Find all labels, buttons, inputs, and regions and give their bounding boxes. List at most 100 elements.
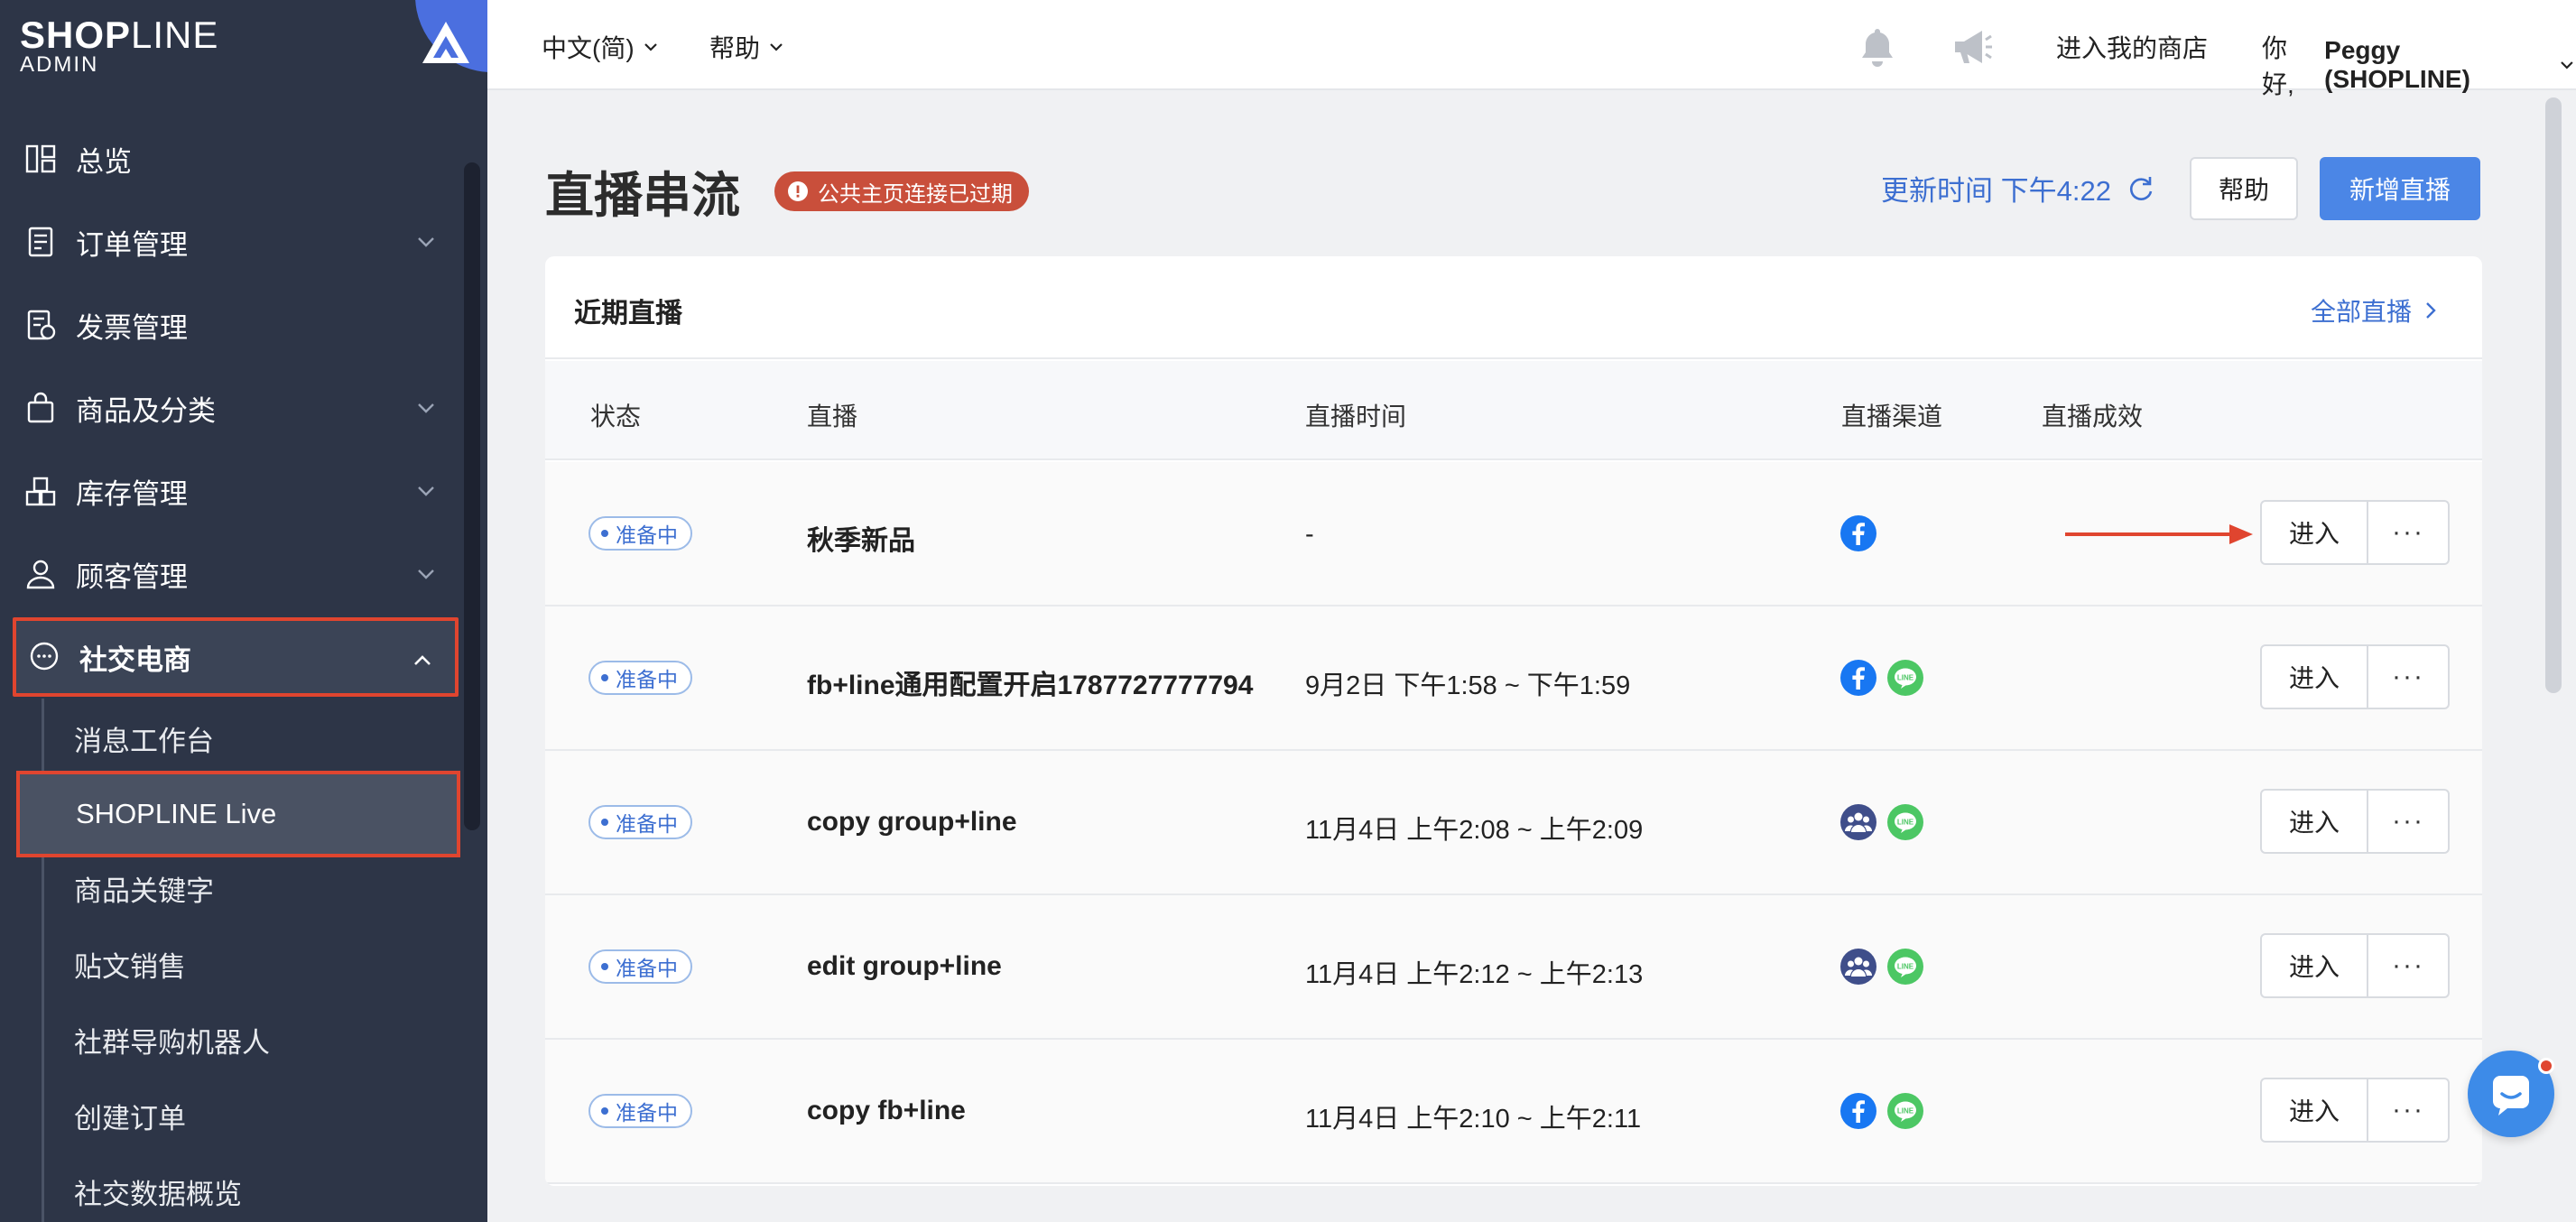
status-badge: 准备中: [588, 1094, 692, 1128]
sidebar-subitem-message-center[interactable]: 消息工作台: [74, 702, 453, 774]
enter-button[interactable]: 进入: [2262, 935, 2368, 996]
pointer-arrow-annotation: [2065, 524, 2253, 544]
more-button[interactable]: ···: [2368, 502, 2448, 563]
sidebar-item-label: 顾客管理: [76, 560, 188, 593]
refresh-icon[interactable]: [2126, 173, 2156, 204]
top-bar: 中文(简) 帮助 进入我的商店 你好, Peggy (SHOPLINE): [487, 0, 2576, 98]
facebook-icon: [1840, 660, 1876, 696]
line-icon: LINE: [1887, 804, 1923, 840]
sidebar-subitem-shopline-live[interactable]: SHOPLINE Live: [16, 771, 460, 857]
brand-mark-icon: [422, 22, 469, 63]
sidebar-item-label: 订单管理: [76, 228, 188, 261]
card-title: 近期直播: [574, 299, 682, 329]
bell-icon[interactable]: [1852, 22, 1903, 72]
live-name[interactable]: copy group+line: [807, 807, 1017, 838]
connection-expired-badge[interactable]: 公共主页连接已过期: [774, 171, 1029, 211]
new-live-button[interactable]: 新增直播: [2320, 157, 2480, 220]
help-dropdown[interactable]: 帮助: [709, 29, 785, 65]
column-live: 直播: [807, 403, 858, 430]
help-button[interactable]: 帮助: [2190, 157, 2298, 220]
sidebar-item-customers[interactable]: 顾客管理: [13, 534, 459, 614]
chevron-down-icon: [2561, 61, 2573, 69]
inventory-icon: [25, 477, 56, 506]
chevron-up-icon: [414, 655, 431, 665]
all-live-link[interactable]: 全部直播: [2311, 292, 2441, 329]
live-time: -: [1305, 520, 1314, 549]
status-text: 准备中: [616, 812, 678, 836]
table-header: 状态 直播 直播时间 直播渠道 直播成效: [545, 361, 2482, 460]
facebook-icon: [1840, 515, 1876, 551]
live-time: 9月2日 下午1:58 ~ 下午1:59: [1305, 671, 1631, 700]
sidebar-subitem-label: 社交数据概览: [74, 1178, 242, 1210]
status-badge: 准备中: [588, 516, 692, 551]
sidebar-subitem-create-order[interactable]: 创建订单: [74, 1079, 453, 1152]
enter-store-link[interactable]: 进入我的商店: [2056, 29, 2208, 65]
sidebar-item-overview[interactable]: 总览: [13, 119, 459, 199]
more-button[interactable]: ···: [2368, 791, 2448, 852]
sidebar-subitem-social-analytics[interactable]: 社交数据概览: [74, 1155, 453, 1222]
channel-list: LINE: [1839, 803, 1933, 841]
sidebar-subitem-label: 商品关键字: [74, 875, 214, 907]
table-row: 准备中 copy fb+line 11月4日 上午2:10 ~ 上午2:11 L…: [545, 1040, 2482, 1184]
svg-text:LINE: LINE: [1897, 1107, 1914, 1116]
row-actions: 进入 ···: [2260, 1078, 2450, 1143]
sidebar-item-social-commerce[interactable]: 社交电商: [13, 617, 459, 697]
sidebar-subitem-label: 贴文销售: [74, 950, 186, 983]
greeting-text: 你好,: [2262, 34, 2294, 98]
chevron-down-icon: [418, 403, 434, 413]
product-bag-icon: [27, 392, 54, 423]
enter-button[interactable]: 进入: [2262, 502, 2368, 563]
live-name[interactable]: copy fb+line: [807, 1096, 966, 1126]
status-badge: 准备中: [588, 805, 692, 839]
user-menu[interactable]: 你好, Peggy (SHOPLINE): [2262, 29, 2576, 101]
language-dropdown[interactable]: 中文(简): [542, 29, 660, 65]
row-actions: 进入 ···: [2260, 789, 2450, 854]
table-row: 准备中 edit group+line 11月4日 上午2:12 ~ 上午2:1…: [545, 895, 2482, 1040]
channel-list: LINE: [1839, 659, 1933, 697]
sidebar-scrollbar[interactable]: [464, 162, 480, 830]
sidebar-item-inventory[interactable]: 库存管理: [13, 451, 459, 531]
more-button[interactable]: ···: [2368, 935, 2448, 996]
customer-icon: [26, 560, 55, 589]
live-name[interactable]: 秋季新品: [807, 518, 915, 558]
sidebar-subitem-label: SHOPLINE Live: [76, 798, 277, 829]
chat-icon: [2493, 1076, 2529, 1116]
row-actions: 进入 ···: [2260, 933, 2450, 998]
live-name[interactable]: edit group+line: [807, 951, 1002, 982]
row-actions: 进入 ···: [2260, 644, 2450, 709]
language-label: 中文(简): [542, 34, 635, 62]
svg-text:LINE: LINE: [1897, 963, 1914, 971]
status-badge: 准备中: [588, 661, 692, 695]
sidebar-item-products[interactable]: 商品及分类: [13, 368, 459, 448]
order-icon: [28, 227, 53, 257]
more-button[interactable]: ···: [2368, 1079, 2448, 1141]
enter-button[interactable]: 进入: [2262, 646, 2368, 708]
invoice-icon: [27, 310, 56, 340]
main-scrollbar[interactable]: [2545, 97, 2562, 693]
update-time: 更新时间 下午4:22: [1881, 168, 2156, 208]
status-text: 准备中: [616, 668, 678, 691]
chat-bubble-icon: [30, 642, 59, 671]
column-performance: 直播成效: [2042, 403, 2144, 430]
sidebar-item-invoices[interactable]: 发票管理: [13, 285, 459, 365]
sidebar-item-orders[interactable]: 订单管理: [13, 202, 459, 282]
sidebar-subitem-post-sales[interactable]: 贴文销售: [74, 928, 453, 1000]
sidebar-subitem-label: 社群导购机器人: [74, 1026, 270, 1059]
table-row: 准备中 fb+line通用配置开启1787727777794 9月2日 下午1:…: [545, 606, 2482, 751]
enter-button[interactable]: 进入: [2262, 791, 2368, 852]
sidebar-subitem-product-keywords[interactable]: 商品关键字: [74, 852, 453, 924]
live-name[interactable]: fb+line通用配置开启1787727777794: [807, 662, 1253, 702]
user-name: Peggy (SHOPLINE): [2324, 36, 2470, 93]
sidebar-item-label: 社交电商: [79, 643, 191, 676]
recent-live-card: 近期直播 全部直播 状态 直播 直播时间 直播渠道 直播成效 准备中 秋季新品 …: [545, 256, 2482, 1186]
shopline-logo[interactable]: SHOPLINE ADMIN: [20, 14, 218, 76]
table-row: 准备中 秋季新品 - 进入 ···: [545, 462, 2482, 606]
sidebar-subitem-label: 消息工作台: [74, 725, 214, 757]
status-badge: 准备中: [588, 949, 692, 984]
megaphone-icon[interactable]: [1948, 22, 1998, 72]
sidebar-subitem-community-bot[interactable]: 社群导购机器人: [74, 1004, 453, 1076]
enter-button[interactable]: 进入: [2262, 1079, 2368, 1141]
more-button[interactable]: ···: [2368, 646, 2448, 708]
channel-list: [1839, 514, 1886, 552]
svg-text:LINE: LINE: [1897, 674, 1914, 682]
